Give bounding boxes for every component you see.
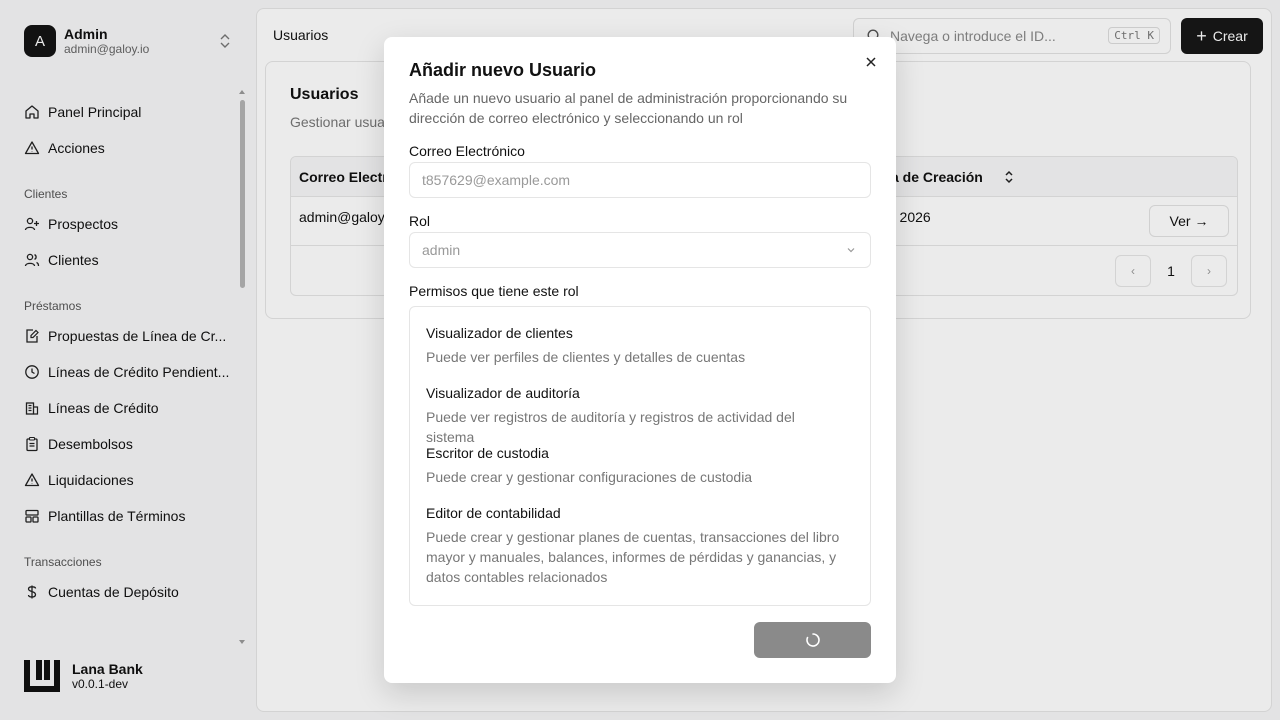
loading-spinner-icon	[805, 633, 820, 647]
permission-name: Editor de contabilidad	[426, 505, 561, 521]
dialog-title: Añadir nuevo Usuario	[409, 60, 597, 80]
chevron-down-icon	[847, 248, 855, 253]
role-value: admin	[422, 242, 461, 258]
email-label: Correo Electrónico	[409, 143, 525, 159]
permission-description: Puede crear y gestionar planes de cuenta…	[426, 529, 840, 585]
permission-item: Editor de contabilidad Puede crear y ges…	[426, 503, 846, 587]
email-field-wrapper	[409, 162, 871, 198]
permission-item: Visualizador de auditoría Puede ver regi…	[426, 383, 846, 447]
permission-name: Escritor de custodia	[426, 445, 549, 461]
dialog-description: Añade un nuevo usuario al panel de admin…	[409, 90, 848, 126]
submit-button[interactable]	[754, 622, 871, 658]
permission-description: Puede crear y gestionar configuraciones …	[426, 469, 753, 485]
permission-item: Escritor de custodia Puede crear y gesti…	[426, 443, 846, 487]
permission-name: Visualizador de auditoría	[426, 385, 580, 401]
permission-description: Puede ver perfiles de clientes y detalle…	[426, 349, 746, 365]
email-field[interactable]	[422, 172, 870, 188]
role-select[interactable]: admin	[409, 232, 871, 268]
close-icon[interactable]	[864, 55, 878, 69]
add-user-dialog: Añadir nuevo Usuario Añade un nuevo usua…	[384, 37, 896, 683]
permissions-label: Permisos que tiene este rol	[409, 283, 579, 299]
role-label: Rol	[409, 213, 431, 229]
permission-name: Visualizador de clientes	[426, 325, 573, 341]
permission-item: Visualizador de clientes Puede ver perfi…	[426, 323, 846, 367]
permission-description: Puede ver registros de auditoría y regis…	[426, 409, 795, 445]
permissions-list: Visualizador de clientes Puede ver perfi…	[409, 306, 871, 606]
